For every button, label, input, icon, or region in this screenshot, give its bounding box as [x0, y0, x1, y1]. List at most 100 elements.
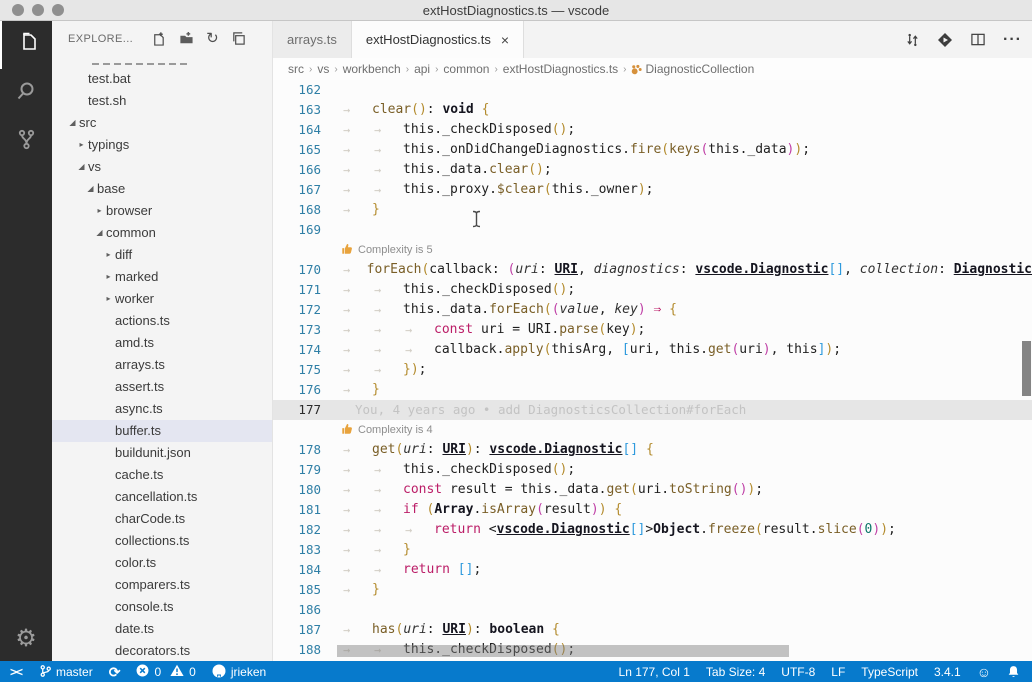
- tree-item-base[interactable]: ◢base: [52, 178, 272, 200]
- chevron-open-icon[interactable]: ◢: [75, 156, 88, 178]
- split-editor-icon[interactable]: [970, 32, 986, 47]
- new-file-icon[interactable]: [151, 31, 166, 46]
- breadcrumb-item[interactable]: api: [413, 62, 431, 76]
- line-number[interactable]: 176: [273, 380, 341, 400]
- code-line-171[interactable]: 171→→this._checkDisposed();: [273, 280, 1032, 300]
- search-activity-button[interactable]: [0, 69, 52, 117]
- line-number[interactable]: 172: [273, 300, 341, 320]
- line-number[interactable]: 165: [273, 140, 341, 160]
- breadcrumb-item[interactable]: extHostDiagnostics.ts: [502, 62, 619, 76]
- line-number[interactable]: 171: [273, 280, 341, 300]
- line-number[interactable]: 186: [273, 600, 341, 620]
- breadcrumb-item[interactable]: src: [287, 62, 305, 76]
- line-number[interactable]: 175: [273, 360, 341, 380]
- line-number[interactable]: 174: [273, 340, 341, 360]
- collapse-all-icon[interactable]: [231, 31, 246, 46]
- codelens-link[interactable]: Complexity is 5: [358, 244, 433, 256]
- window-controls[interactable]: [12, 4, 64, 16]
- line-number[interactable]: 183: [273, 540, 341, 560]
- explorer-activity-button[interactable]: [0, 21, 52, 69]
- branch-status-item[interactable]: master: [32, 661, 101, 682]
- code-line-177[interactable]: 177You, 4 years ago • add DiagnosticsCol…: [273, 400, 1032, 420]
- codelens-link[interactable]: Complexity is 4: [358, 424, 433, 436]
- breadcrumb-item[interactable]: vs: [316, 62, 330, 76]
- line-number[interactable]: 164: [273, 120, 341, 140]
- code-line-187[interactable]: 187→has(uri: URI): boolean {: [273, 620, 1032, 640]
- code-line-182[interactable]: 182→→→return <vscode.Diagnostic[]>Object…: [273, 520, 1032, 540]
- close-window-icon[interactable]: [12, 4, 24, 16]
- tree-item-console-ts[interactable]: console.ts: [52, 596, 272, 618]
- code-line-164[interactable]: 164→→this._checkDisposed();: [273, 120, 1032, 140]
- tree-item-collections-ts[interactable]: collections.ts: [52, 530, 272, 552]
- tab-size-item[interactable]: Tab Size: 4: [698, 661, 773, 682]
- line-number[interactable]: 162: [273, 80, 341, 100]
- chevron-open-icon[interactable]: ◢: [84, 178, 97, 200]
- chevron-closed-icon[interactable]: ▸: [75, 134, 88, 156]
- line-number[interactable]: 173: [273, 320, 341, 340]
- code-line-168[interactable]: 168→}: [273, 200, 1032, 220]
- code-line-181[interactable]: 181→→if (Array.isArray(result)) {: [273, 500, 1032, 520]
- code-line-175[interactable]: 175→→});: [273, 360, 1032, 380]
- line-number[interactable]: 185: [273, 580, 341, 600]
- breadcrumb-item[interactable]: workbench: [342, 62, 402, 76]
- vertical-scrollbar-thumb[interactable]: [1022, 341, 1031, 396]
- tree-item-async-ts[interactable]: async.ts: [52, 398, 272, 420]
- line-number[interactable]: 178: [273, 440, 341, 460]
- tree-item-comparers-ts[interactable]: comparers.ts: [52, 574, 272, 596]
- tree-item-vs[interactable]: ◢vs: [52, 156, 272, 178]
- tree-item-src[interactable]: ◢src: [52, 112, 272, 134]
- tree-item-actions-ts[interactable]: actions.ts: [52, 310, 272, 332]
- chevron-open-icon[interactable]: ◢: [93, 222, 106, 244]
- problems-status-item[interactable]: 0 0: [128, 661, 203, 682]
- tree-item-typings[interactable]: ▸typings: [52, 134, 272, 156]
- code-line-165[interactable]: 165→→this._onDidChangeDiagnostics.fire(k…: [273, 140, 1032, 160]
- code-line-167[interactable]: 167→→this._proxy.$clear(this._owner);: [273, 180, 1032, 200]
- remote-indicator[interactable]: ><: [0, 661, 32, 682]
- eol-item[interactable]: LF: [823, 661, 853, 682]
- breadcrumb-symbol[interactable]: DiagnosticCollection: [631, 62, 755, 76]
- line-number[interactable]: 170: [273, 260, 341, 280]
- tree-item-test-bat[interactable]: test.bat: [52, 68, 272, 90]
- code-line-185[interactable]: 185→}: [273, 580, 1032, 600]
- chevron-closed-icon[interactable]: ▸: [93, 200, 106, 222]
- tree-item-buildunit-json[interactable]: buildunit.json: [52, 442, 272, 464]
- tree-item-common[interactable]: ◢common: [52, 222, 272, 244]
- chevron-closed-icon[interactable]: ▸: [102, 266, 115, 288]
- minimize-window-icon[interactable]: [32, 4, 44, 16]
- line-number[interactable]: 184: [273, 560, 341, 580]
- code-line-180[interactable]: 180→→const result = this._data.get(uri.t…: [273, 480, 1032, 500]
- feedback-smiley-icon[interactable]: ☺: [969, 661, 999, 682]
- ts-version-item[interactable]: 3.4.1: [926, 661, 969, 682]
- code-line-172[interactable]: 172→→this._data.forEach((value, key) ⇒ {: [273, 300, 1032, 320]
- close-tab-icon[interactable]: ×: [501, 32, 509, 48]
- tree-item-cancellation-ts[interactable]: cancellation.ts: [52, 486, 272, 508]
- encoding-item[interactable]: UTF-8: [773, 661, 823, 682]
- tree-item-assert-ts[interactable]: assert.ts: [52, 376, 272, 398]
- code-line-162[interactable]: 162: [273, 80, 1032, 100]
- code-line-184[interactable]: 184→→return [];: [273, 560, 1032, 580]
- line-number[interactable]: 179: [273, 460, 341, 480]
- tree-item-cache-ts[interactable]: cache.ts: [52, 464, 272, 486]
- code-line-173[interactable]: 173→→→const uri = URI.parse(key);: [273, 320, 1032, 340]
- open-changes-icon[interactable]: [937, 32, 953, 48]
- tree-item-charcode-ts[interactable]: charCode.ts: [52, 508, 272, 530]
- tree-item-diff[interactable]: ▸diff: [52, 244, 272, 266]
- line-number[interactable]: 180: [273, 480, 341, 500]
- tree-item-date-ts[interactable]: date.ts: [52, 618, 272, 640]
- tree-item-color-ts[interactable]: color.ts: [52, 552, 272, 574]
- line-number[interactable]: 177: [273, 400, 341, 420]
- line-number[interactable]: 169: [273, 220, 341, 240]
- line-number[interactable]: 188: [273, 640, 341, 660]
- code-line-170[interactable]: 170→forEach(callback: (uri: URI, diagnos…: [273, 260, 1032, 280]
- line-number[interactable]: 182: [273, 520, 341, 540]
- cursor-position-item[interactable]: Ln 177, Col 1: [611, 661, 698, 682]
- tree-item-arrays-ts[interactable]: arrays.ts: [52, 354, 272, 376]
- line-number[interactable]: 187: [273, 620, 341, 640]
- tree-item-marked[interactable]: ▸marked: [52, 266, 272, 288]
- more-actions-icon[interactable]: ···: [1003, 31, 1022, 49]
- tree-item-browser[interactable]: ▸browser: [52, 200, 272, 222]
- tree-item-worker[interactable]: ▸worker: [52, 288, 272, 310]
- language-mode-item[interactable]: TypeScript: [853, 661, 926, 682]
- tree-item-decorators-ts[interactable]: decorators.ts: [52, 640, 272, 661]
- code-line-166[interactable]: 166→→this._data.clear();: [273, 160, 1032, 180]
